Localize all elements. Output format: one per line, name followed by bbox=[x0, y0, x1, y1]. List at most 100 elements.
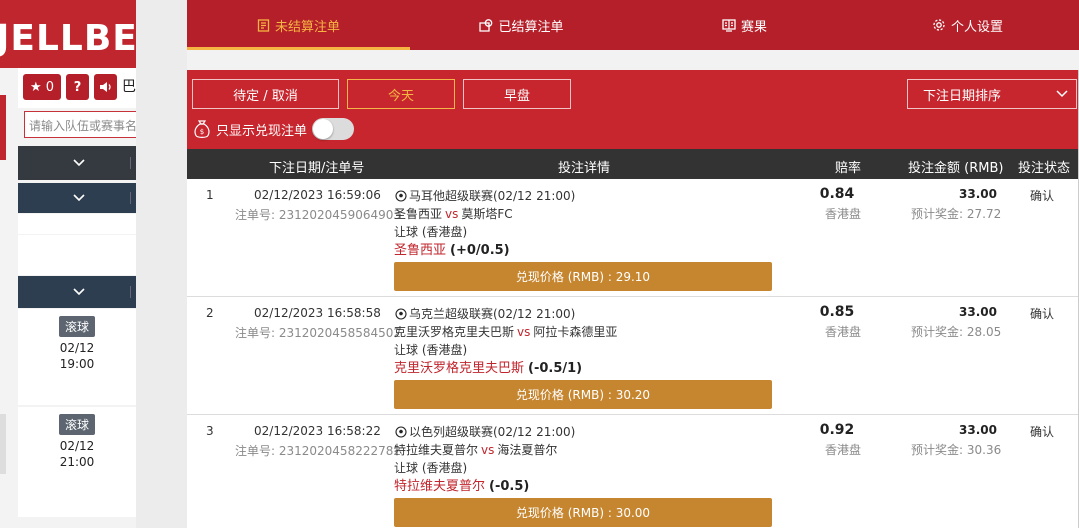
gear-icon bbox=[933, 19, 945, 31]
home-team: 特拉维夫夏普尔 bbox=[394, 443, 479, 457]
bet-record-panel: 未结算注单 已结算注单 赛果 个人设置 待定 / 取消 今天 早盘 下注日期排序… bbox=[187, 0, 1079, 528]
vs-label: vs bbox=[517, 325, 531, 339]
favorites-button[interactable]: ★ 0 bbox=[23, 74, 61, 100]
team-search-input[interactable]: 请输入队伍或赛事名 bbox=[24, 111, 144, 138]
column-header-status: 投注状态 bbox=[1018, 161, 1071, 176]
odds-value: 0.92 bbox=[819, 422, 855, 438]
pending-cancel-filter-button[interactable]: 待定 / 取消 bbox=[192, 79, 339, 109]
league-name: 以色列超级联赛(02/12 21:00) bbox=[395, 423, 575, 440]
table-row: 2 02/12/2023 16:58:58 注单号: 2312020458584… bbox=[187, 297, 1079, 415]
league-name: 乌克兰超级联赛(02/12 21:00) bbox=[395, 305, 575, 322]
column-header-stake: 投注金额 (RMB) bbox=[908, 161, 1004, 176]
live-badge: 滚球 bbox=[58, 414, 95, 435]
match-teams: 圣鲁西亚 vs 莫斯塔FC bbox=[394, 205, 513, 222]
chevron-down-icon bbox=[73, 288, 85, 296]
speaker-icon bbox=[99, 82, 111, 92]
table-row: 1 02/12/2023 16:59:06 注单号: 2312020459064… bbox=[187, 179, 1079, 297]
bet-market: 让球 (香港盘) bbox=[394, 343, 468, 357]
tab-results[interactable]: 赛果 bbox=[633, 0, 856, 50]
collapse-bar[interactable] bbox=[18, 146, 140, 180]
bet-selection: 克里沃罗格克里夫巴斯 (-0.5/1) bbox=[394, 357, 582, 376]
bet-market: 让球 (香港盘) bbox=[394, 225, 468, 239]
away-team: 阿拉卡森德里亚 bbox=[533, 325, 618, 339]
tab-unsettled-bets[interactable]: 未结算注单 bbox=[187, 0, 410, 50]
row-index: 3 bbox=[206, 424, 214, 438]
cashout-button[interactable]: 兑现价格 (RMB) : 29.10 bbox=[394, 262, 772, 291]
sound-button[interactable] bbox=[94, 74, 117, 100]
chevron-down-icon bbox=[1056, 90, 1068, 98]
league-row bbox=[18, 235, 136, 275]
site-header: JELLBET bbox=[0, 0, 140, 68]
bet-tabs: 未结算注单 已结算注单 赛果 个人设置 bbox=[187, 0, 1079, 50]
modal-overlay bbox=[136, 0, 187, 528]
stake-amount: 33.00 bbox=[959, 187, 997, 201]
match-teams: 克里沃罗格克里夫巴斯 vs 阿拉卡森德里亚 bbox=[394, 323, 617, 340]
filter-bar: 待定 / 取消 今天 早盘 下注日期排序 $ 只显示兑现注单 bbox=[187, 70, 1079, 149]
favorites-count: 0 bbox=[45, 79, 54, 95]
column-header-details: 投注详情 bbox=[558, 161, 611, 176]
handicap: (-0.5/1) bbox=[528, 361, 583, 376]
live-match-time: 滚球 02/12 21:00 bbox=[18, 414, 136, 470]
tab-label: 已结算注单 bbox=[498, 19, 564, 35]
collapse-bar[interactable] bbox=[18, 183, 140, 213]
bet-table-header: 下注日期/注单号 投注详情 赔率 投注金额 (RMB) 投注状态 bbox=[187, 149, 1079, 179]
cashout-button[interactable]: 兑现价格 (RMB) : 30.20 bbox=[394, 380, 772, 409]
bet-number: 注单号: 2312020458222782 bbox=[235, 444, 402, 458]
sort-dropdown[interactable]: 下注日期排序 bbox=[907, 79, 1077, 109]
home-team: 圣鲁西亚 bbox=[394, 207, 443, 221]
row-index: 1 bbox=[206, 188, 214, 202]
home-team: 克里沃罗格克里夫巴斯 bbox=[394, 325, 515, 339]
tab-label: 赛果 bbox=[740, 19, 767, 35]
soccer-ball-icon bbox=[395, 425, 407, 438]
side-accent-stripe bbox=[0, 414, 6, 474]
away-team: 海法夏普尔 bbox=[497, 443, 558, 457]
cashout-button[interactable]: 兑现价格 (RMB) : 30.00 bbox=[394, 498, 772, 527]
tab-settled-bets[interactable]: 已结算注单 bbox=[410, 0, 633, 50]
stake-amount: 33.00 bbox=[959, 305, 997, 319]
collapse-bar[interactable] bbox=[18, 276, 140, 308]
help-button[interactable]: ? bbox=[66, 74, 89, 100]
selection-team: 圣鲁西亚 bbox=[394, 243, 447, 258]
star-icon: ★ bbox=[30, 79, 42, 95]
odds-type: 香港盘 bbox=[824, 325, 861, 339]
bet-market: 让球 (香港盘) bbox=[394, 461, 468, 475]
early-market-filter-button[interactable]: 早盘 bbox=[463, 79, 571, 109]
language-selector[interactable]: 巴 bbox=[122, 76, 136, 96]
bet-number: 注单号: 2312020458584502 bbox=[235, 326, 402, 340]
match-date: 02/12 bbox=[59, 341, 95, 355]
league-name: 马耳他超级联赛(02/12 21:00) bbox=[395, 187, 575, 204]
estimated-payout: 预计奖金: 30.36 bbox=[911, 443, 1002, 457]
panel-gap bbox=[187, 50, 1079, 70]
estimated-payout: 预计奖金: 28.05 bbox=[911, 325, 1002, 339]
table-row: 3 02/12/2023 16:58:22 注单号: 2312020458222… bbox=[187, 415, 1079, 528]
bet-selection: 圣鲁西亚 (+0/0.5) bbox=[394, 239, 510, 258]
bet-selection: 特拉维夫夏普尔 (-0.5) bbox=[394, 475, 529, 494]
odds-value: 0.85 bbox=[819, 304, 855, 320]
document-icon bbox=[257, 18, 270, 32]
soccer-ball-icon bbox=[395, 189, 407, 202]
handicap: (+0/0.5) bbox=[450, 243, 510, 258]
bet-number: 注单号: 2312020459064903 bbox=[235, 208, 402, 222]
tab-label: 个人设置 bbox=[950, 19, 1003, 35]
question-icon: ? bbox=[73, 79, 82, 95]
chevron-down-icon bbox=[73, 159, 85, 167]
bet-status: 确认 bbox=[1030, 425, 1055, 439]
live-badge: 滚球 bbox=[58, 316, 95, 337]
bet-date: 02/12/2023 16:58:22 bbox=[254, 424, 381, 438]
cashout-only-toggle[interactable] bbox=[312, 118, 355, 140]
vs-label: vs bbox=[481, 443, 495, 457]
money-bag-icon: $ bbox=[194, 120, 210, 138]
vs-label: vs bbox=[445, 207, 459, 221]
site-logo: JELLBET bbox=[0, 18, 140, 59]
selection-team: 克里沃罗格克里夫巴斯 bbox=[394, 361, 525, 376]
match-time: 19:00 bbox=[59, 357, 95, 371]
cashout-only-filter: $ 只显示兑现注单 bbox=[193, 117, 355, 141]
side-accent-stripe bbox=[0, 95, 6, 160]
svg-text:$: $ bbox=[200, 128, 204, 136]
tab-label: 未结算注单 bbox=[274, 19, 340, 35]
tab-personal-settings[interactable]: 个人设置 bbox=[856, 0, 1079, 50]
bet-status: 确认 bbox=[1030, 307, 1055, 321]
today-filter-button[interactable]: 今天 bbox=[347, 79, 455, 109]
bet-date: 02/12/2023 16:58:58 bbox=[254, 306, 381, 320]
odds-type: 香港盘 bbox=[824, 207, 861, 221]
